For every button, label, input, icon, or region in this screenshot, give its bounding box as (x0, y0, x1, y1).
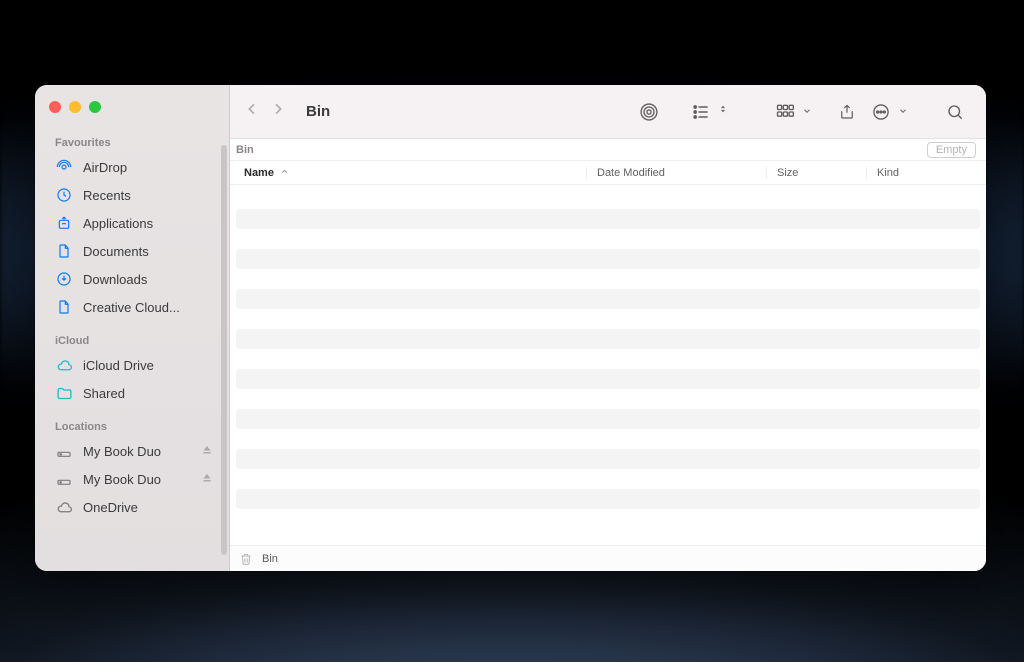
downloads-icon (55, 270, 73, 288)
grid-group-icon (768, 98, 802, 126)
window-title: Bin (306, 103, 330, 120)
airdrop-toolbar-icon[interactable] (632, 98, 666, 126)
column-header-size[interactable]: Size (766, 167, 866, 179)
group-by-button[interactable] (768, 98, 812, 126)
list-row (236, 449, 980, 469)
finder-window: Favourites AirDrop Recents Applications … (35, 85, 986, 571)
minimize-button[interactable] (69, 101, 81, 113)
column-header-date-modified[interactable]: Date Modified (586, 167, 766, 179)
view-mode-button[interactable] (684, 98, 728, 126)
column-header-name[interactable]: Name (230, 167, 586, 179)
actions-button[interactable] (864, 98, 908, 126)
sidebar-item-label: Shared (83, 386, 125, 401)
toolbar: Bin (230, 85, 986, 139)
sidebar-section-icloud: iCloud (35, 321, 229, 351)
list-row (236, 489, 980, 509)
more-icon (864, 98, 898, 126)
close-button[interactable] (49, 101, 61, 113)
column-header-name-label: Name (244, 167, 274, 179)
sidebar-item-airdrop[interactable]: AirDrop (35, 153, 229, 181)
updown-icon (718, 102, 728, 121)
sidebar-item-onedrive[interactable]: OneDrive (35, 493, 229, 521)
file-icon (55, 298, 73, 316)
sidebar-item-documents[interactable]: Documents (35, 237, 229, 265)
empty-button[interactable]: Empty (927, 142, 976, 158)
drive-icon (55, 470, 73, 488)
list-row (236, 329, 980, 349)
sidebar: Favourites AirDrop Recents Applications … (35, 85, 230, 571)
sidebar-item-label: AirDrop (83, 160, 127, 175)
sidebar-item-downloads[interactable]: Downloads (35, 265, 229, 293)
sidebar-item-recents[interactable]: Recents (35, 181, 229, 209)
sidebar-item-label: iCloud Drive (83, 358, 154, 373)
share-button[interactable] (830, 98, 864, 126)
fullscreen-button[interactable] (89, 101, 101, 113)
chevron-down-icon (898, 103, 908, 121)
applications-icon (55, 214, 73, 232)
list-row (236, 209, 980, 229)
sidebar-item-label: My Book Duo (83, 472, 161, 487)
list-view-icon (684, 98, 718, 126)
documents-icon (55, 242, 73, 260)
sidebar-item-label: OneDrive (83, 500, 138, 515)
trash-icon (238, 551, 254, 567)
sidebar-item-label: Downloads (83, 272, 147, 287)
cloud-icon (55, 498, 73, 516)
eject-icon[interactable] (201, 472, 213, 487)
sort-ascending-icon (280, 167, 289, 179)
sidebar-scrollbar[interactable] (221, 145, 227, 555)
sidebar-item-label: Recents (83, 188, 131, 203)
search-button[interactable] (938, 98, 972, 126)
forward-button[interactable] (270, 101, 286, 122)
location-subheader: Bin Empty (230, 139, 986, 161)
cloud-icon (55, 356, 73, 374)
drive-icon (55, 442, 73, 460)
sidebar-item-mybookduo-2[interactable]: My Book Duo (35, 465, 229, 493)
path-label: Bin (262, 553, 278, 565)
airdrop-icon (55, 158, 73, 176)
sidebar-item-shared[interactable]: Shared (35, 379, 229, 407)
path-bar[interactable]: Bin (230, 545, 986, 571)
column-headers: Name Date Modified Size Kind (230, 161, 986, 185)
sidebar-item-mybookduo-1[interactable]: My Book Duo (35, 437, 229, 465)
chevron-down-icon (802, 103, 812, 121)
sidebar-item-creative-cloud[interactable]: Creative Cloud... (35, 293, 229, 321)
sidebar-item-label: Documents (83, 244, 149, 259)
column-header-kind[interactable]: Kind (866, 167, 986, 179)
sidebar-item-label: My Book Duo (83, 444, 161, 459)
sidebar-section-favourites: Favourites (35, 123, 229, 153)
sidebar-item-label: Creative Cloud... (83, 300, 180, 315)
sidebar-section-locations: Locations (35, 407, 229, 437)
list-row (236, 289, 980, 309)
list-row (236, 409, 980, 429)
shared-folder-icon (55, 384, 73, 402)
sidebar-item-icloud-drive[interactable]: iCloud Drive (35, 351, 229, 379)
back-button[interactable] (244, 101, 260, 122)
recents-icon (55, 186, 73, 204)
main-pane: Bin (230, 85, 986, 571)
list-row (236, 369, 980, 389)
sidebar-item-applications[interactable]: Applications (35, 209, 229, 237)
list-row (236, 249, 980, 269)
eject-icon[interactable] (201, 444, 213, 459)
location-label: Bin (236, 144, 254, 156)
sidebar-item-label: Applications (83, 216, 153, 231)
window-controls (35, 95, 229, 123)
file-list[interactable] (230, 185, 986, 545)
